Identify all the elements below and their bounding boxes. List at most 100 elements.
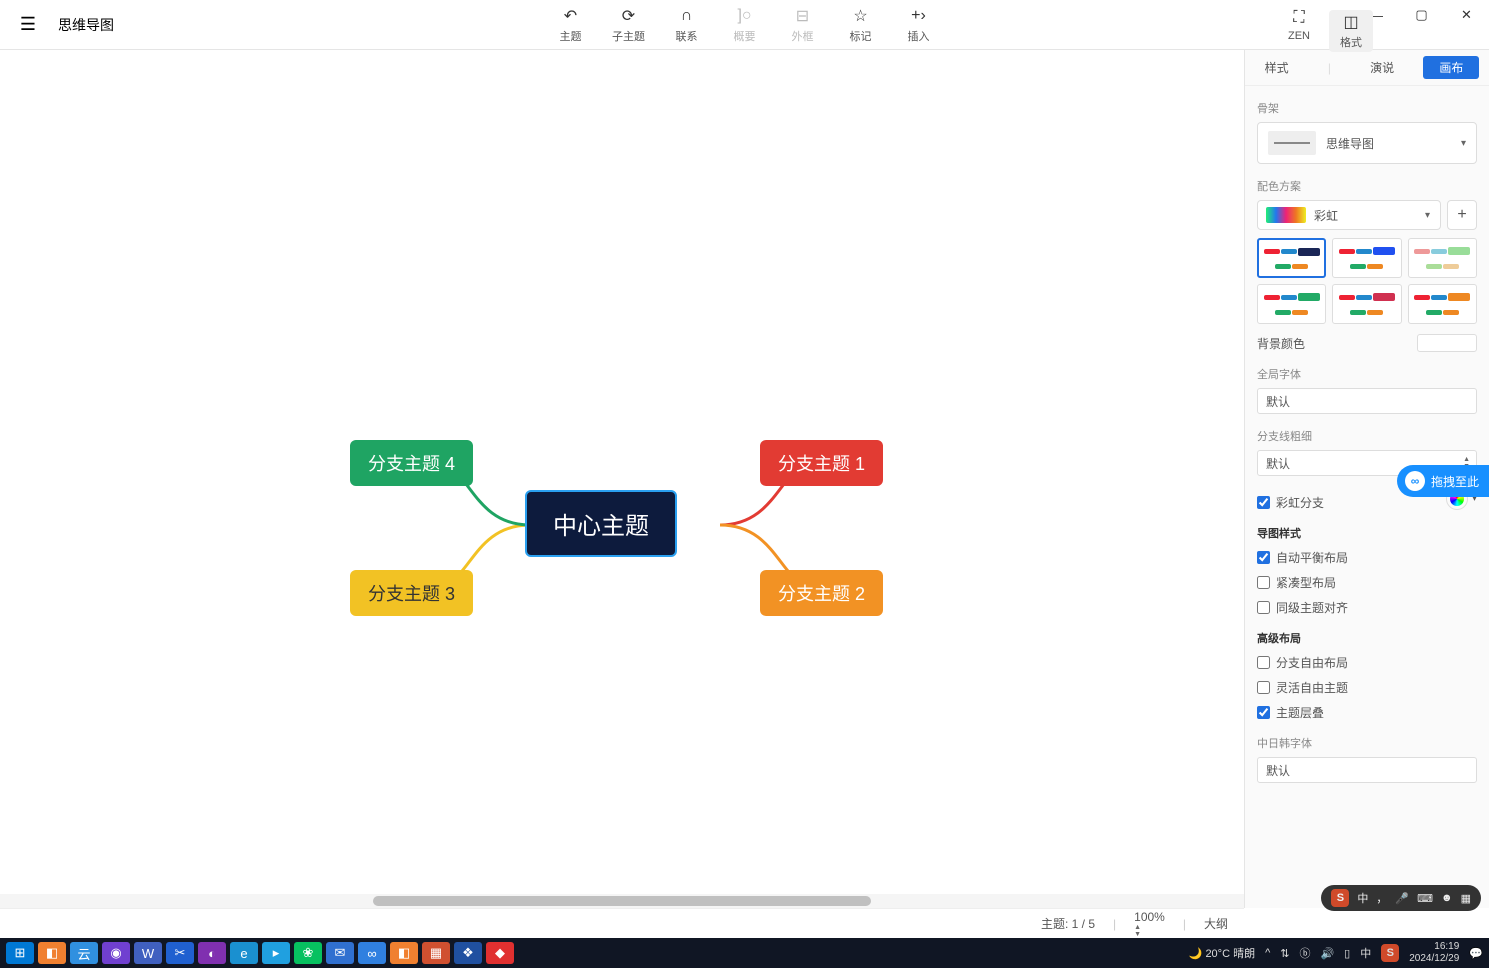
tray-sogou-icon[interactable]: S — [1381, 944, 1399, 962]
horizontal-scrollbar[interactable] — [0, 894, 1244, 908]
compact-checkbox[interactable] — [1257, 576, 1270, 589]
taskbar-app-4[interactable]: W — [134, 942, 162, 964]
branch-topic-4-node[interactable]: 分支主题 4 — [350, 440, 473, 486]
marker-button[interactable]: ☆标记 — [839, 6, 883, 44]
taskbar-edge[interactable]: e — [230, 942, 258, 964]
boundary-icon: ⊟ — [796, 6, 809, 26]
advanced-layout-label: 高级布局 — [1257, 630, 1477, 646]
tab-pitch[interactable]: 演说 — [1360, 55, 1404, 80]
cjk-font-select[interactable]: 默认 — [1257, 757, 1477, 783]
ime-keyboard-icon: ⌨ — [1417, 892, 1433, 905]
tray-bluetooth-icon[interactable]: ⓑ — [1299, 945, 1310, 961]
start-button[interactable]: ⊞ — [6, 942, 34, 964]
summary-icon: ]○ — [737, 6, 751, 26]
fullscreen-icon: ⛶ — [1293, 8, 1304, 28]
taskbar-app-2[interactable]: 云 — [70, 942, 98, 964]
zen-button[interactable]: ⛶ZEN — [1277, 6, 1321, 44]
skeleton-thumb-icon — [1268, 131, 1316, 155]
global-font-select[interactable]: 默认 — [1257, 388, 1477, 414]
panel-icon: ◫ — [1343, 12, 1358, 32]
outline-button[interactable]: 大纲 — [1204, 915, 1228, 932]
cjk-font-label: 中日韩字体 — [1257, 735, 1477, 751]
ime-face-icon: ☻ — [1441, 892, 1453, 904]
theme-grid — [1257, 238, 1477, 324]
align-siblings-checkbox[interactable] — [1257, 601, 1270, 614]
taskbar-app-7[interactable]: ▸ — [262, 942, 290, 964]
sogou-icon: S — [1331, 889, 1349, 907]
taskbar-app-9[interactable]: ∞ — [358, 942, 386, 964]
taskbar: ⊞ ◧ 云 ◉ W ✂ ◐ e ▸ ❀ ✉ ∞ ◧ ▦ ❖ ◆ 🌙 20°C 晴… — [0, 938, 1489, 968]
system-clock[interactable]: 16:19 2024/12/29 — [1409, 941, 1459, 965]
add-scheme-button[interactable]: + — [1447, 200, 1477, 230]
taskbar-app-5[interactable]: ✂ — [166, 942, 194, 964]
color-scheme-select[interactable]: 彩虹 ▾ — [1257, 200, 1441, 230]
map-style-label: 导图样式 — [1257, 525, 1477, 541]
taskbar-app-10[interactable]: ◧ — [390, 942, 418, 964]
plus-icon: +› — [911, 6, 926, 26]
taskbar-app-13[interactable]: ◆ — [486, 942, 514, 964]
tab-canvas[interactable]: 画布 — [1423, 56, 1479, 79]
topic-count: 主题: 1 / 5 — [1041, 915, 1095, 932]
taskbar-app-8[interactable]: ✉ — [326, 942, 354, 964]
topic-icon: ↶ — [564, 6, 577, 26]
ime-bar[interactable]: S 中 ， 🎤 ⌨ ☻ ▦ — [1321, 885, 1481, 911]
toolbar: ↶主题 ⟳子主题 ∩联系 ]○概要 ⊟外框 ☆标记 +›插入 — [549, 6, 941, 44]
document-title: 思维导图 — [58, 15, 114, 35]
titlebar: ☰ 思维导图 ↶主题 ⟳子主题 ∩联系 ]○概要 ⊟外框 ☆标记 +›插入 ⛶Z… — [0, 0, 1489, 50]
taskbar-wechat[interactable]: ❀ — [294, 942, 322, 964]
theme-option-2[interactable] — [1332, 238, 1401, 278]
subtopic-icon: ⟳ — [622, 6, 635, 26]
tray-battery-icon[interactable]: ▯ — [1344, 947, 1350, 960]
toolbar-right: ⛶ZEN ▶演说 ◫格式 — [1277, 6, 1379, 44]
zoom-stepper-icon[interactable]: ▲▼ — [1134, 924, 1165, 938]
star-icon: ☆ — [853, 6, 867, 26]
background-color-label: 背景颜色 — [1257, 335, 1305, 352]
free-topic-checkbox[interactable] — [1257, 681, 1270, 694]
taskbar-app-11[interactable]: ▦ — [422, 942, 450, 964]
taskbar-app-12[interactable]: ❖ — [454, 942, 482, 964]
chevron-down-icon: ▾ — [1425, 210, 1430, 221]
drag-here-float[interactable]: ∞ 拖拽至此 — [1397, 465, 1489, 497]
tab-style[interactable]: 样式 — [1255, 55, 1299, 80]
chevron-down-icon: ▾ — [1461, 138, 1466, 149]
format-button[interactable]: ◫格式 — [1329, 10, 1373, 52]
zoom-level[interactable]: 100% ▲▼ — [1134, 910, 1165, 938]
tray-chevron-icon[interactable]: ^ — [1265, 947, 1270, 959]
summary-button: ]○概要 — [723, 6, 767, 44]
branch-topic-2-node[interactable]: 分支主题 2 — [760, 570, 883, 616]
branch-topic-1-node[interactable]: 分支主题 1 — [760, 440, 883, 486]
auto-balance-checkbox[interactable] — [1257, 551, 1270, 564]
theme-option-6[interactable] — [1408, 284, 1477, 324]
taskbar-app-6[interactable]: ◐ — [198, 942, 226, 964]
tray-wifi-icon[interactable]: ⇅ — [1280, 947, 1289, 960]
status-bar: 主题: 1 / 5 | 100% ▲▼ | 大纲 — [0, 908, 1244, 938]
menu-button[interactable]: ☰ — [8, 0, 48, 50]
canvas[interactable]: 中心主题 分支主题 1 分支主题 2 分支主题 3 分支主题 4 — [0, 50, 1244, 908]
notification-icon[interactable]: 💬 — [1469, 947, 1483, 960]
theme-option-5[interactable] — [1332, 284, 1401, 324]
insert-button[interactable]: +›插入 — [897, 6, 941, 44]
center-topic-node[interactable]: 中心主题 — [525, 490, 677, 557]
branch-topic-3-node[interactable]: 分支主题 3 — [350, 570, 473, 616]
tray-volume-icon[interactable]: 🔊 — [1320, 947, 1334, 960]
relationship-button[interactable]: ∩联系 — [665, 6, 709, 44]
subtopic-button[interactable]: ⟳子主题 — [607, 6, 651, 44]
free-branch-checkbox[interactable] — [1257, 656, 1270, 669]
rainbow-branch-checkbox[interactable] — [1257, 496, 1270, 509]
taskbar-app-3[interactable]: ◉ — [102, 942, 130, 964]
color-scheme-label: 配色方案 — [1257, 178, 1477, 194]
weather-widget[interactable]: 🌙 20°C 晴朗 — [1189, 945, 1255, 961]
branch-width-label: 分支线粗细 — [1257, 428, 1477, 444]
skeleton-label: 骨架 — [1257, 100, 1477, 116]
topic-overlap-checkbox[interactable] — [1257, 706, 1270, 719]
background-color-swatch[interactable] — [1417, 334, 1477, 352]
global-font-label: 全局字体 — [1257, 366, 1477, 382]
tray-ime-icon[interactable]: 中 — [1360, 945, 1371, 961]
skeleton-select[interactable]: 思维导图 ▾ — [1257, 122, 1477, 164]
taskbar-app-1[interactable]: ◧ — [38, 942, 66, 964]
topic-button[interactable]: ↶主题 — [549, 6, 593, 44]
boundary-button: ⊟外框 — [781, 6, 825, 44]
theme-option-1[interactable] — [1257, 238, 1326, 278]
theme-option-3[interactable] — [1408, 238, 1477, 278]
theme-option-4[interactable] — [1257, 284, 1326, 324]
